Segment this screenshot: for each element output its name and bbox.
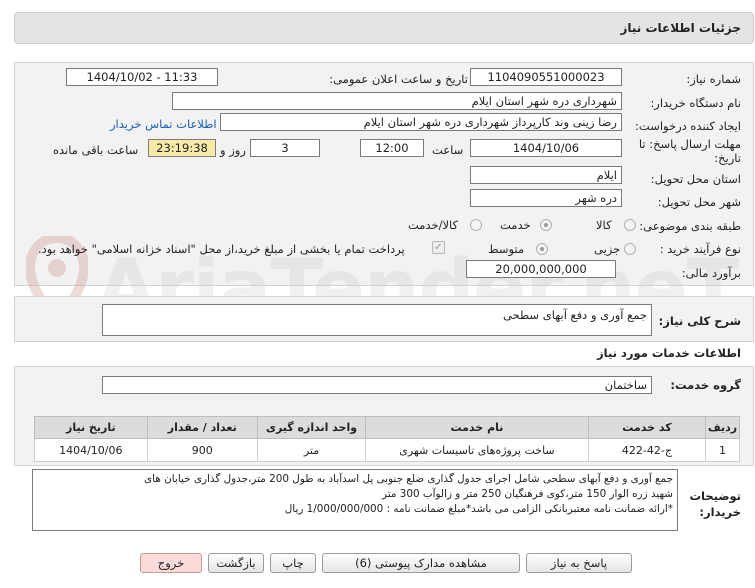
budget-label: برآورد مالی:: [681, 266, 741, 280]
category-option-both-label: کالا/خدمت: [408, 218, 459, 232]
contact-buyer-link[interactable]: اطلاعات تماس خریدار: [110, 117, 217, 131]
budget-field: 20,000,000,000: [466, 260, 616, 278]
buyer-notes-line-3: *ارائه ضمانت نامه معتبربانکی الزامی می ب…: [284, 503, 673, 515]
city-label: شهر محل تحویل:: [657, 195, 741, 209]
cell-unit: متر: [256, 438, 367, 462]
category-option-service-label: خدمت: [500, 218, 531, 232]
payment-note: پرداخت تمام یا بخشی از مبلغ خرید،از محل …: [38, 242, 405, 256]
city-field: دره شهر: [470, 189, 622, 207]
days-field: 3: [250, 139, 320, 157]
buyer-notes-textarea[interactable]: جمع آوری و دفع آبهای سطحی شامل اجرای جدو…: [32, 469, 678, 531]
col-qty: تعداد / مقدار: [146, 416, 258, 439]
need-number-field: 1104090551000023: [470, 68, 622, 86]
creator-label: ایجاد کننده درخواست:: [635, 119, 741, 133]
service-group-field: ساختمان: [102, 376, 652, 394]
window-title: جزئیات اطلاعات نیاز: [620, 21, 741, 35]
remaining-time-field: 23:19:38: [148, 139, 216, 157]
cell-date: 1404/10/06: [34, 438, 148, 462]
attachments-button[interactable]: مشاهده مدارک پیوستی (6): [322, 553, 520, 573]
buyer-org-label: نام دستگاه خریدار:: [650, 96, 741, 110]
deadline-label: مهلت ارسال پاسخ: تا تاریخ:: [638, 137, 741, 165]
category-option-goods-label: کالا: [596, 218, 612, 232]
service-group-label: گروه خدمت:: [670, 378, 741, 392]
category-goods-radio[interactable]: [624, 219, 636, 231]
days-label: روز و: [220, 143, 246, 157]
cell-name: ساخت پروژه‌های تاسیسات شهری: [365, 438, 589, 462]
deadline-time-field: 12:00: [360, 139, 424, 157]
process-option-minor-label: جزیی: [594, 242, 621, 256]
category-label: طبقه بندی موضوعی:: [639, 219, 741, 233]
announce-label: تاریخ و ساعت اعلان عمومی:: [329, 72, 468, 86]
need-number-label: شماره نیاز:: [686, 72, 741, 86]
col-name: نام خدمت: [365, 416, 589, 439]
services-table-header: ردیف کد خدمت نام خدمت واحد اندازه گیری ت…: [34, 416, 741, 439]
province-field: ایلام: [470, 166, 622, 184]
services-section-title: اطلاعات خدمات مورد نیاز: [597, 346, 741, 360]
summary-label: شرح کلی نیاز:: [658, 314, 741, 328]
province-label: استان محل تحویل:: [650, 172, 741, 186]
reply-button[interactable]: پاسخ به نیاز: [526, 553, 632, 573]
buyer-notes-label: توضیحات خریدار:: [689, 489, 742, 519]
col-date: تاریخ نیاز: [34, 416, 148, 439]
buyer-notes-line-2: شهید زره الوار 150 متر،کوی فرهنگیان 250 …: [381, 488, 673, 500]
deadline-date-field: 1404/10/06: [470, 139, 622, 157]
buyer-org-field: شهرداری دره شهر استان ایلام: [172, 92, 622, 110]
col-unit: واحد اندازه گیری: [256, 416, 367, 439]
process-label: نوع فرآیند خرید :: [659, 242, 741, 256]
treasury-checkbox[interactable]: ✓: [432, 241, 445, 254]
buyer-notes-line-1: جمع آوری و دفع آبهای سطحی شامل اجرای جدو…: [144, 473, 673, 485]
window-frame: جزئیات اطلاعات نیاز: [14, 12, 754, 44]
process-medium-radio[interactable]: [536, 243, 548, 255]
time-label: ساعت: [432, 143, 464, 157]
services-table: ردیف کد خدمت نام خدمت واحد اندازه گیری ت…: [34, 416, 741, 462]
col-row: ردیف: [704, 416, 741, 439]
process-minor-radio[interactable]: [624, 243, 636, 255]
back-button[interactable]: بازگشت: [208, 553, 264, 573]
col-code: کد خدمت: [587, 416, 706, 439]
category-service-radio[interactable]: [540, 219, 552, 231]
process-option-medium-label: متوسط: [488, 242, 525, 256]
cell-code: ج-42-422: [587, 438, 706, 462]
print-button[interactable]: چاپ: [270, 553, 316, 573]
cell-qty: 900: [146, 438, 258, 462]
creator-field: رضا زینی وند کارپرداز شهرداری دره شهر اس…: [220, 113, 622, 131]
summary-textarea[interactable]: جمع آوری و دفع آبهای سطحی: [102, 304, 652, 336]
cell-row: 1: [704, 438, 741, 462]
table-row: 1 ج-42-422 ساخت پروژه‌های تاسیسات شهری م…: [34, 438, 741, 462]
category-both-radio[interactable]: [470, 219, 482, 231]
announce-field: 1404/10/02 - 11:33: [66, 68, 218, 86]
remaining-label: ساعت باقی مانده: [53, 143, 139, 157]
exit-button[interactable]: خروج: [140, 553, 202, 573]
